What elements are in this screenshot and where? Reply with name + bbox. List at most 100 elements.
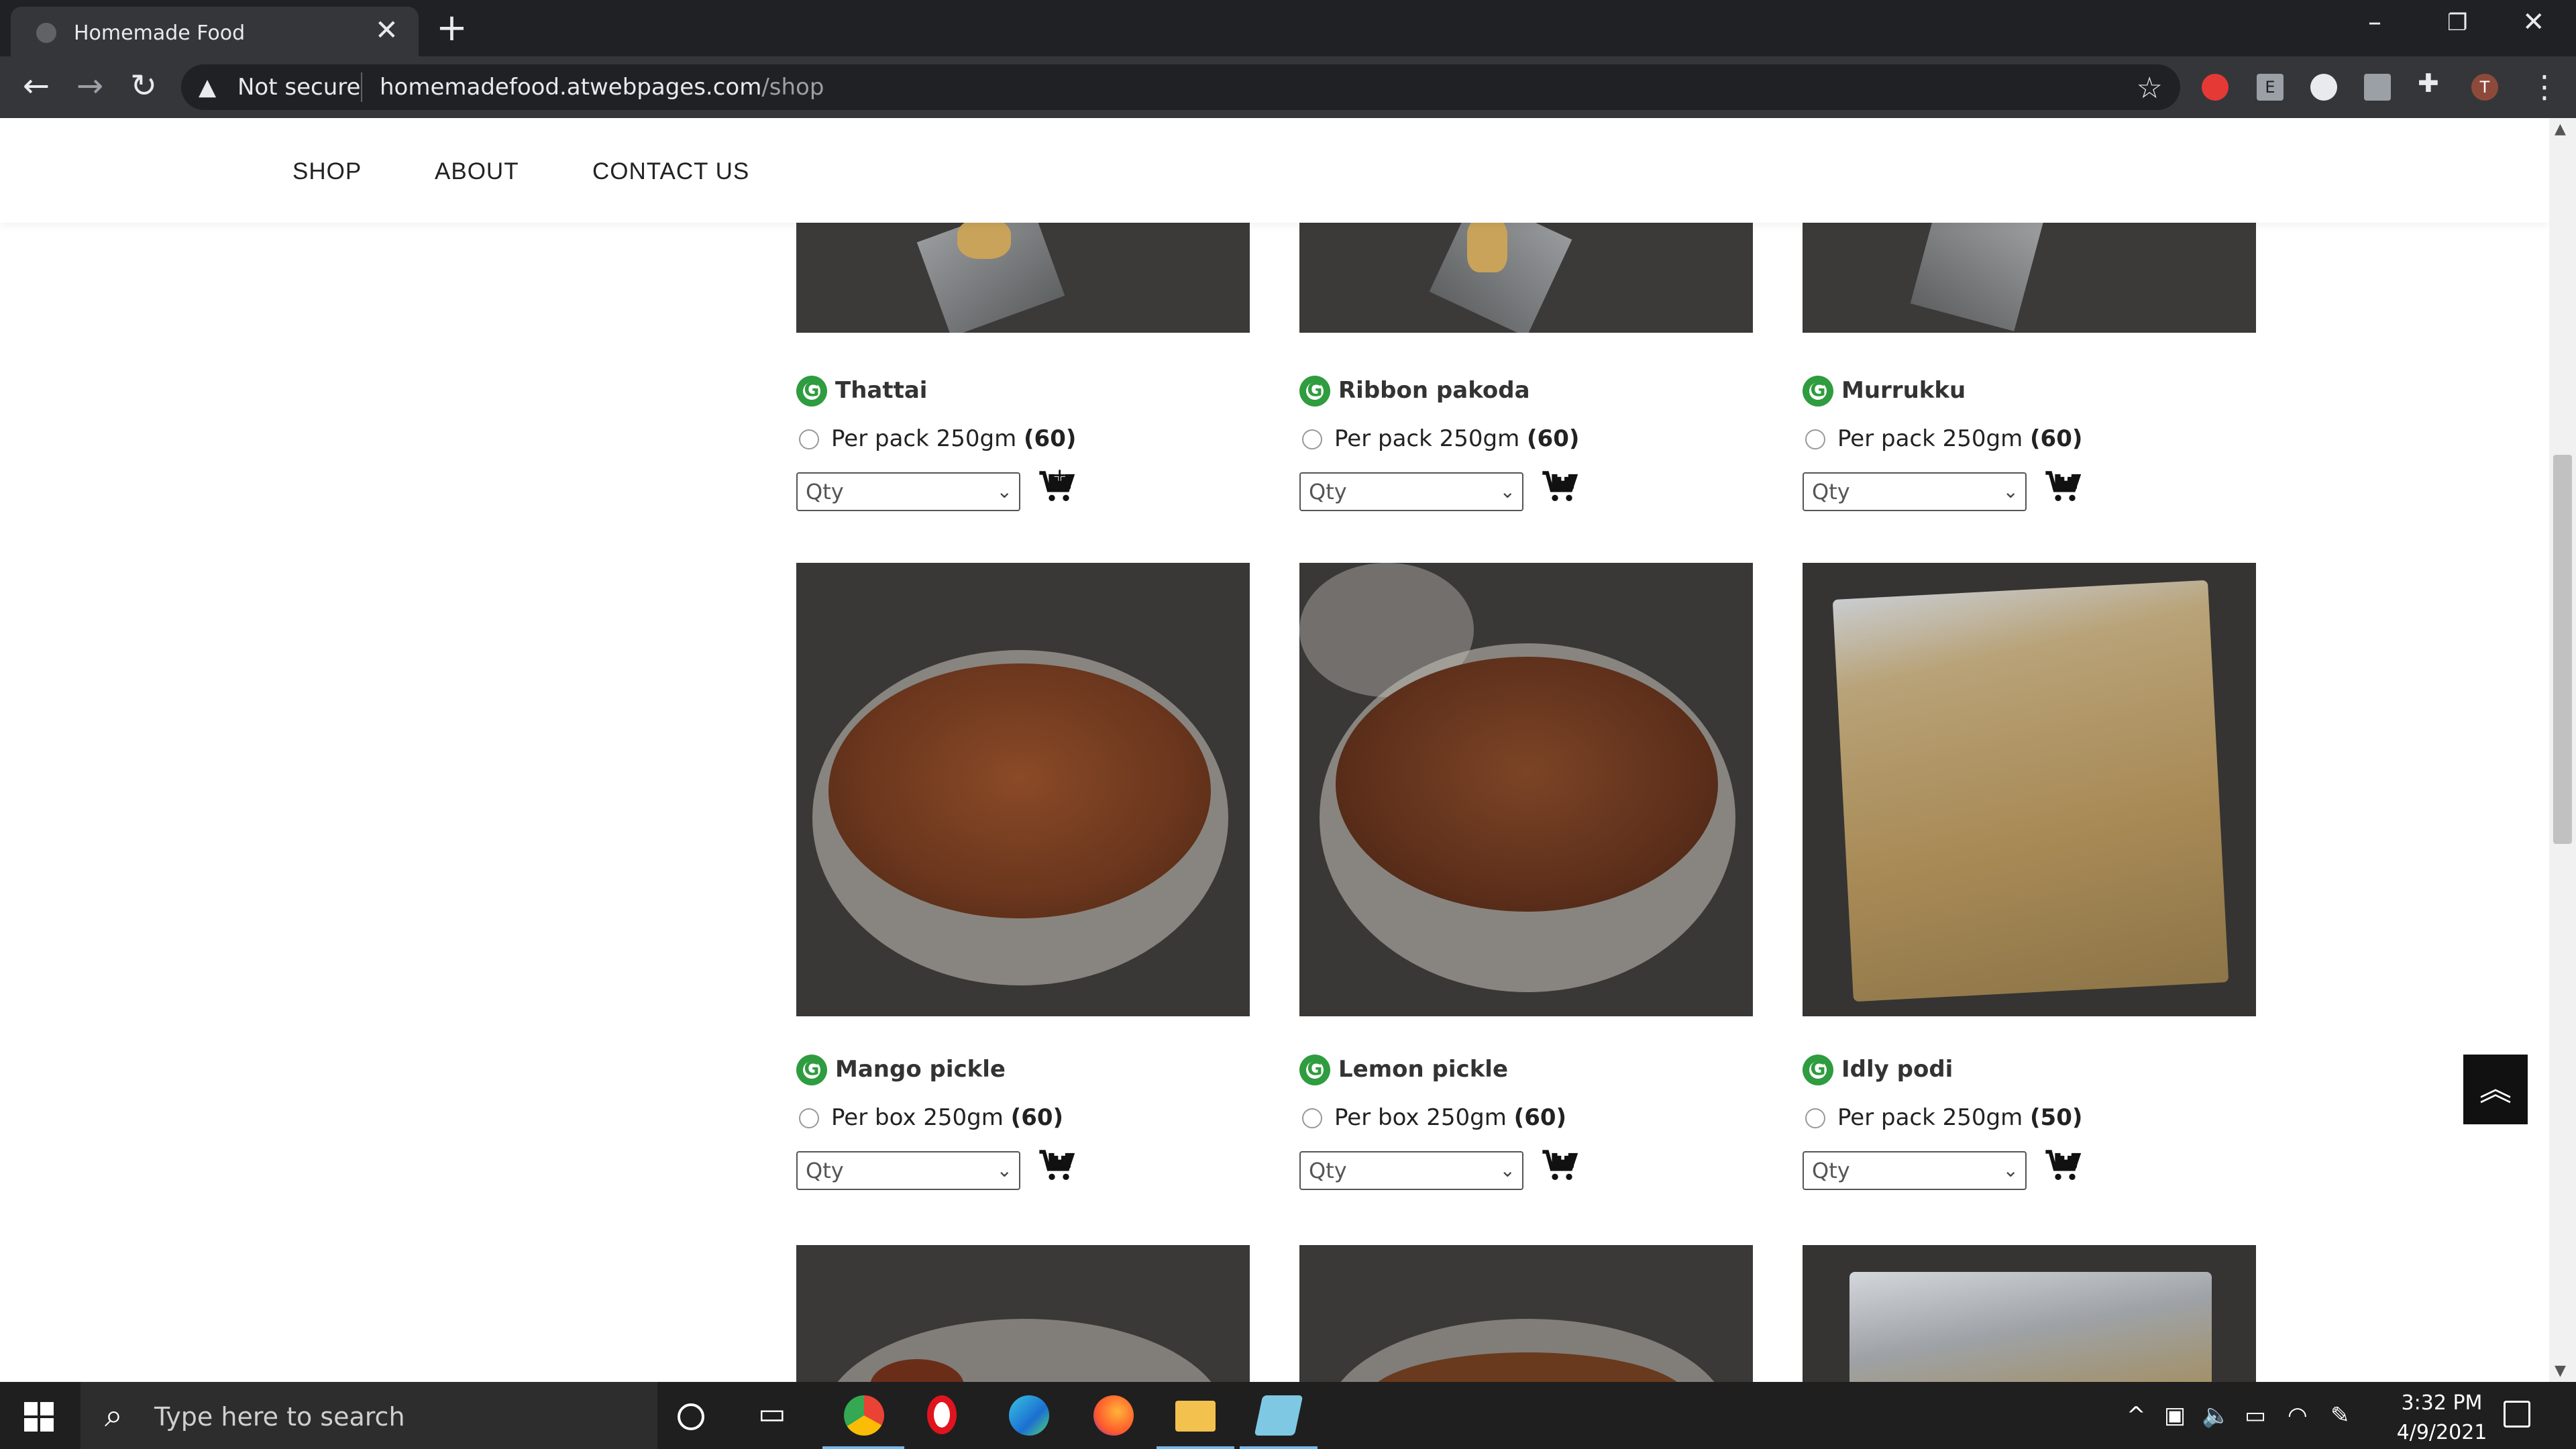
scroll-thumb[interactable] [2553, 455, 2572, 844]
variant-radio[interactable] [799, 1108, 819, 1128]
scroll-down-arrow-icon[interactable]: ▼ [2555, 1362, 2566, 1379]
browser-tab[interactable]: Homemade Food ✕ [11, 7, 419, 56]
window-close-icon[interactable]: ✕ [2522, 7, 2545, 38]
cart-add-icon[interactable] [2044, 468, 2082, 506]
reload-icon[interactable]: ↻ [123, 67, 164, 105]
qty-placeholder: Qty [1812, 1158, 1850, 1183]
variant-price: (60) [2030, 425, 2083, 452]
pen-icon[interactable]: ✎ [2330, 1402, 2350, 1429]
address-bar[interactable]: ▲ Not secure homemadefood.atwebpages.com… [181, 64, 2180, 110]
product-name[interactable]: Lemon pickle [1338, 1056, 1508, 1083]
minimize-icon[interactable]: – [2368, 7, 2381, 38]
app-icon[interactable] [1254, 1395, 1303, 1436]
active-app-indicator [822, 1446, 904, 1449]
product-image[interactable] [1803, 563, 2256, 1016]
system-clock[interactable]: 3:32 PM 4/9/2021 [2375, 1389, 2509, 1448]
variant-label: Per pack 250gm (50) [1837, 1104, 2082, 1131]
qty-select[interactable]: Qty ⌄ [1803, 472, 2027, 511]
device-icon[interactable]: ▣ [2164, 1402, 2186, 1429]
variant-price: (60) [1513, 1104, 1567, 1131]
variant-radio[interactable] [799, 429, 819, 449]
search-icon: ⌕ [105, 1397, 123, 1434]
volume-icon[interactable]: 🔈 [2202, 1402, 2230, 1429]
nav-link-about[interactable]: ABOUT [435, 158, 519, 185]
cortana-icon[interactable] [678, 1403, 704, 1430]
edge-icon[interactable] [1009, 1395, 1049, 1436]
qty-placeholder: Qty [1309, 1158, 1347, 1183]
back-to-top-button[interactable]: ︽ [2463, 1055, 2528, 1124]
globe-icon [36, 23, 56, 43]
battery-icon[interactable]: ▭ [2245, 1402, 2266, 1429]
brand-g-icon [1299, 1055, 1330, 1085]
opera-icon[interactable] [927, 1395, 957, 1434]
brand-g-icon [796, 1055, 827, 1085]
qty-select[interactable]: Qty ⌄ [796, 472, 1020, 511]
chevron-down-icon: ⌄ [2002, 480, 2019, 502]
chrome-icon[interactable] [844, 1395, 884, 1436]
windows-icon[interactable] [24, 1402, 54, 1432]
qty-select[interactable]: Qty ⌄ [796, 1151, 1020, 1190]
qty-select[interactable]: Qty ⌄ [1803, 1151, 2027, 1190]
new-tab-button[interactable]: + [436, 9, 468, 47]
product-name[interactable]: Mango pickle [835, 1056, 1006, 1083]
page-viewport: SHOP ABOUT CONTACT US Thattai Per pack 2… [0, 118, 2549, 1382]
notification-icon[interactable] [2504, 1401, 2530, 1428]
hand-extension-icon[interactable] [2202, 74, 2229, 101]
extension-docs-icon[interactable] [2364, 74, 2391, 101]
variant-radio[interactable] [1302, 1108, 1322, 1128]
product-name[interactable]: Ribbon pakoda [1338, 377, 1530, 404]
task-view-icon[interactable]: ▭ [758, 1397, 786, 1431]
kebab-menu-icon[interactable]: ⋮ [2529, 68, 2560, 105]
extensions-icon[interactable]: ✚ [2418, 68, 2445, 98]
product-name[interactable]: Idly podi [1841, 1056, 1953, 1083]
qty-select[interactable]: Qty ⌄ [1299, 472, 1523, 511]
scroll-up-arrow-icon[interactable]: ▲ [2555, 121, 2566, 138]
file-explorer-icon[interactable] [1175, 1401, 1216, 1432]
product-image[interactable] [1803, 1245, 2256, 1382]
variant-radio[interactable] [1805, 429, 1825, 449]
qty-placeholder: Qty [1309, 479, 1347, 504]
qty-placeholder: Qty [1812, 479, 1850, 504]
variant-text: Per pack 250gm [1837, 1104, 2023, 1131]
nav-link-shop[interactable]: SHOP [292, 158, 362, 185]
star-icon[interactable]: ☆ [2137, 71, 2163, 105]
product-image[interactable] [796, 1245, 1250, 1382]
product-name[interactable]: Murrukku [1841, 377, 1966, 404]
back-arrow-icon[interactable]: ← [16, 67, 56, 105]
chevron-down-icon: ⌄ [996, 480, 1012, 502]
cart-add-icon[interactable] [1038, 1147, 1075, 1185]
url-text[interactable]: homemadefood.atwebpages.com/shop [380, 74, 824, 101]
firefox-icon[interactable] [1093, 1395, 1134, 1436]
cart-add-icon[interactable] [1541, 1147, 1578, 1185]
variant-text: Per box 250gm [831, 1104, 1004, 1131]
restore-icon[interactable]: ❐ [2447, 9, 2467, 36]
product-image[interactable] [1299, 563, 1753, 1016]
search-placeholder: Type here to search [154, 1402, 405, 1432]
profile-avatar[interactable]: T [2471, 74, 2498, 101]
extension-circle-icon[interactable] [2310, 74, 2337, 101]
variant-price: (60) [1527, 425, 1580, 452]
variant-radio[interactable] [1302, 429, 1322, 449]
url-host: homemadefood.atwebpages.com [380, 74, 762, 101]
variant-radio[interactable] [1805, 1108, 1825, 1128]
extension-e-icon[interactable]: E [2257, 74, 2284, 101]
tab-close-button[interactable]: ✕ [375, 16, 398, 44]
qty-placeholder: Qty [806, 1158, 844, 1183]
wifi-icon[interactable]: ◠ [2288, 1402, 2308, 1429]
nav-link-contact[interactable]: CONTACT US [592, 158, 749, 185]
cart-add-icon[interactable] [1038, 468, 1075, 506]
product-image[interactable] [1299, 1245, 1753, 1382]
variant-label: Per pack 250gm (60) [831, 425, 1076, 452]
taskbar-search[interactable]: ⌕ Type here to search [80, 1382, 657, 1449]
product-name[interactable]: Thattai [835, 377, 927, 404]
tab-title: Homemade Food [74, 21, 246, 45]
cart-add-icon[interactable] [1541, 468, 1578, 506]
security-label[interactable]: Not secure [237, 74, 360, 101]
qty-select[interactable]: Qty ⌄ [1299, 1151, 1523, 1190]
cart-add-icon[interactable] [2044, 1147, 2082, 1185]
active-app-indicator [1240, 1446, 1318, 1449]
page-scrollbar[interactable]: ▲ ▼ [2549, 118, 2576, 1382]
product-image[interactable] [796, 563, 1250, 1016]
forward-arrow-icon[interactable]: → [70, 67, 110, 105]
chevron-up-icon[interactable]: ^ [2127, 1402, 2146, 1429]
